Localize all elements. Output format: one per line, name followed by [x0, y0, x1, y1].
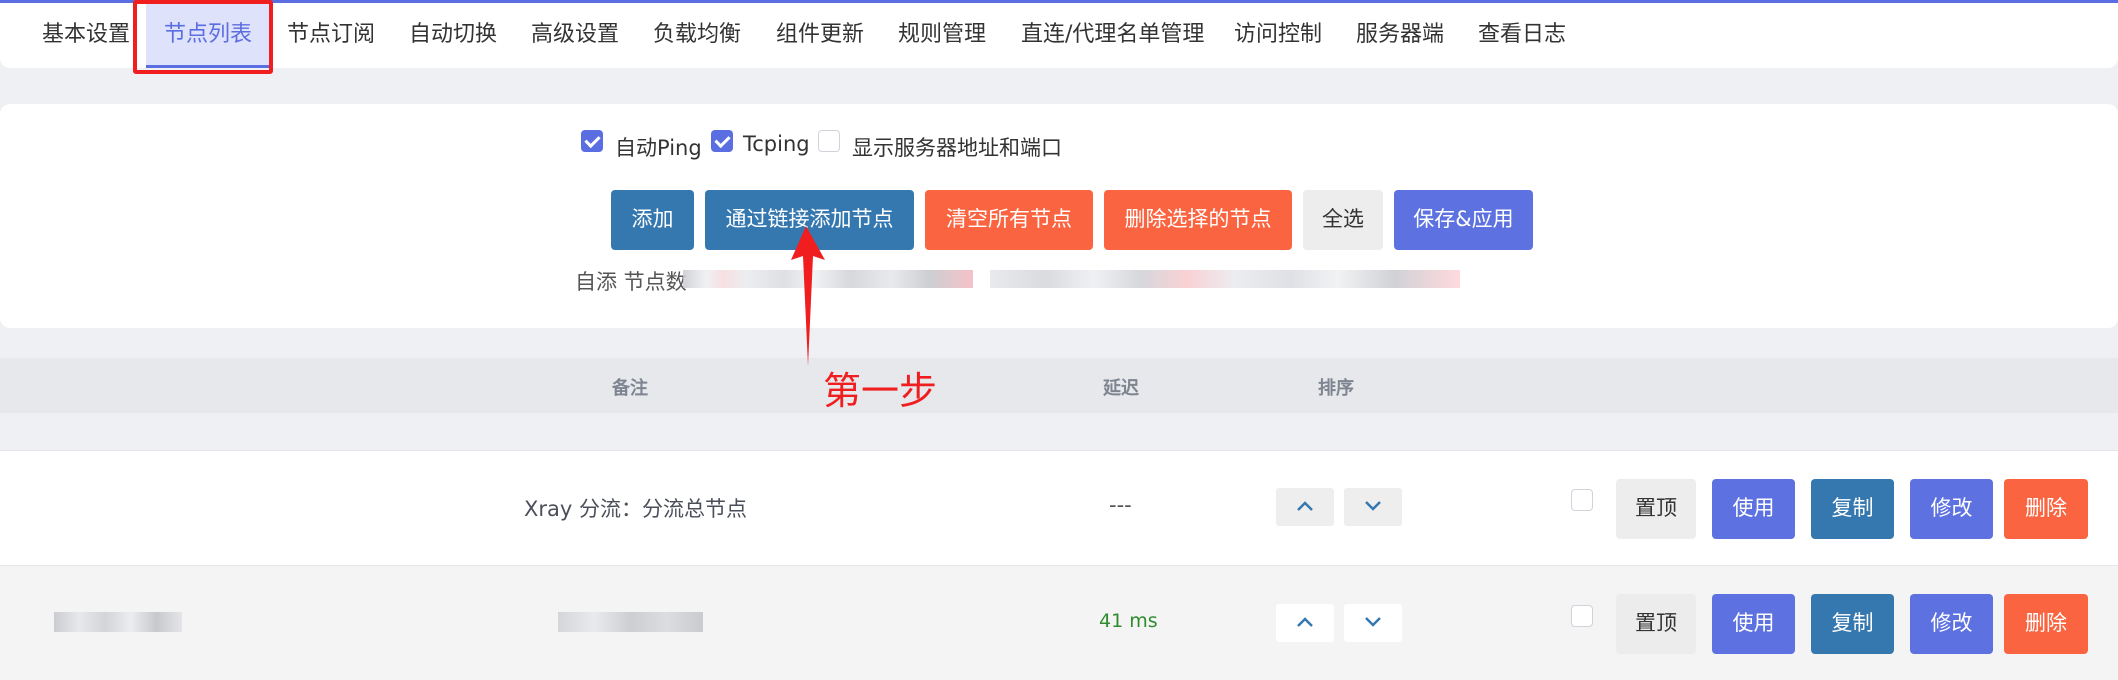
node-latency: 41 ms	[1099, 610, 1158, 632]
tcping-checkbox[interactable]	[711, 130, 733, 152]
node-count-redacted-2	[990, 270, 1460, 288]
save-apply-button[interactable]: 保存&应用	[1394, 190, 1533, 250]
tab-view-log[interactable]: 查看日志	[1478, 3, 1566, 68]
annotation-highlight-box	[133, 0, 273, 74]
tab-load-balance[interactable]: 负载均衡	[653, 3, 741, 68]
clear-all-nodes-button[interactable]: 清空所有节点	[925, 190, 1093, 250]
table-row: Xray 分流：分流总节点 --- 置顶 使用 复制 修改 删除	[0, 450, 2118, 565]
show-server-checkbox[interactable]	[818, 130, 840, 152]
chevron-up-icon	[1297, 501, 1313, 511]
tab-access-control[interactable]: 访问控制	[1234, 3, 1322, 68]
move-down-button[interactable]	[1344, 488, 1402, 526]
node-count-label: 自添 节点数	[575, 270, 687, 294]
tcping-label: Tcping	[743, 132, 810, 156]
tab-component-update[interactable]: 组件更新	[776, 3, 864, 68]
copy-node-button[interactable]: 复制	[1811, 594, 1894, 654]
delete-selected-nodes-button[interactable]: 删除选择的节点	[1104, 190, 1292, 250]
move-down-button[interactable]	[1344, 604, 1402, 642]
set-top-button[interactable]: 置顶	[1616, 479, 1696, 539]
select-all-button[interactable]: 全选	[1303, 190, 1383, 250]
node-type-redacted	[54, 612, 182, 632]
tab-server[interactable]: 服务器端	[1356, 3, 1444, 68]
use-node-button[interactable]: 使用	[1712, 479, 1795, 539]
chevron-down-icon	[1365, 617, 1381, 627]
add-button[interactable]: 添加	[611, 190, 694, 250]
tab-node-subscription[interactable]: 节点订阅	[287, 3, 375, 68]
auto-ping-checkbox[interactable]	[581, 130, 603, 152]
tab-direct-proxy-list[interactable]: 直连/代理名单管理	[1021, 3, 1204, 68]
node-latency: ---	[1109, 493, 1132, 517]
tab-advanced-settings[interactable]: 高级设置	[531, 3, 619, 68]
tab-basic-settings[interactable]: 基本设置	[42, 3, 130, 68]
annotation-arrow-icon	[791, 226, 825, 366]
node-control-panel: 自动Ping Tcping 显示服务器地址和端口 添加 通过链接添加节点 清空所…	[0, 104, 2118, 328]
chevron-down-icon	[1365, 501, 1381, 511]
set-top-button[interactable]: 置顶	[1616, 594, 1696, 654]
tab-bar: 基本设置 节点列表 节点订阅 自动切换 高级设置 负载均衡 组件更新 规则管理 …	[0, 0, 2118, 68]
node-remark: Xray 分流：分流总节点	[524, 497, 747, 521]
tab-auto-switch[interactable]: 自动切换	[409, 3, 497, 68]
delete-node-button[interactable]: 删除	[2004, 479, 2088, 539]
edit-node-button[interactable]: 修改	[1910, 594, 1993, 654]
use-node-button[interactable]: 使用	[1712, 594, 1795, 654]
order-column-header: 排序	[1318, 378, 1354, 399]
chevron-up-icon	[1297, 617, 1313, 627]
remark-column-header: 备注	[612, 378, 648, 399]
move-up-button[interactable]	[1276, 488, 1334, 526]
latency-column-header: 延迟	[1103, 378, 1139, 399]
node-table-header: 备注 延迟 排序	[0, 358, 2118, 413]
edit-node-button[interactable]: 修改	[1910, 479, 1993, 539]
copy-node-button[interactable]: 复制	[1811, 479, 1894, 539]
auto-ping-label: 自动Ping	[615, 136, 702, 160]
node-remark-redacted	[558, 612, 703, 632]
row-select-checkbox[interactable]	[1571, 489, 1593, 511]
show-server-label: 显示服务器地址和端口	[852, 136, 1062, 160]
delete-node-button[interactable]: 删除	[2004, 594, 2088, 654]
table-row: 41 ms 置顶 使用 复制 修改 删除	[0, 565, 2118, 680]
move-up-button[interactable]	[1276, 604, 1334, 642]
tab-rule-management[interactable]: 规则管理	[898, 3, 986, 68]
annotation-step-one: 第一步	[823, 369, 938, 413]
row-select-checkbox[interactable]	[1571, 605, 1593, 627]
